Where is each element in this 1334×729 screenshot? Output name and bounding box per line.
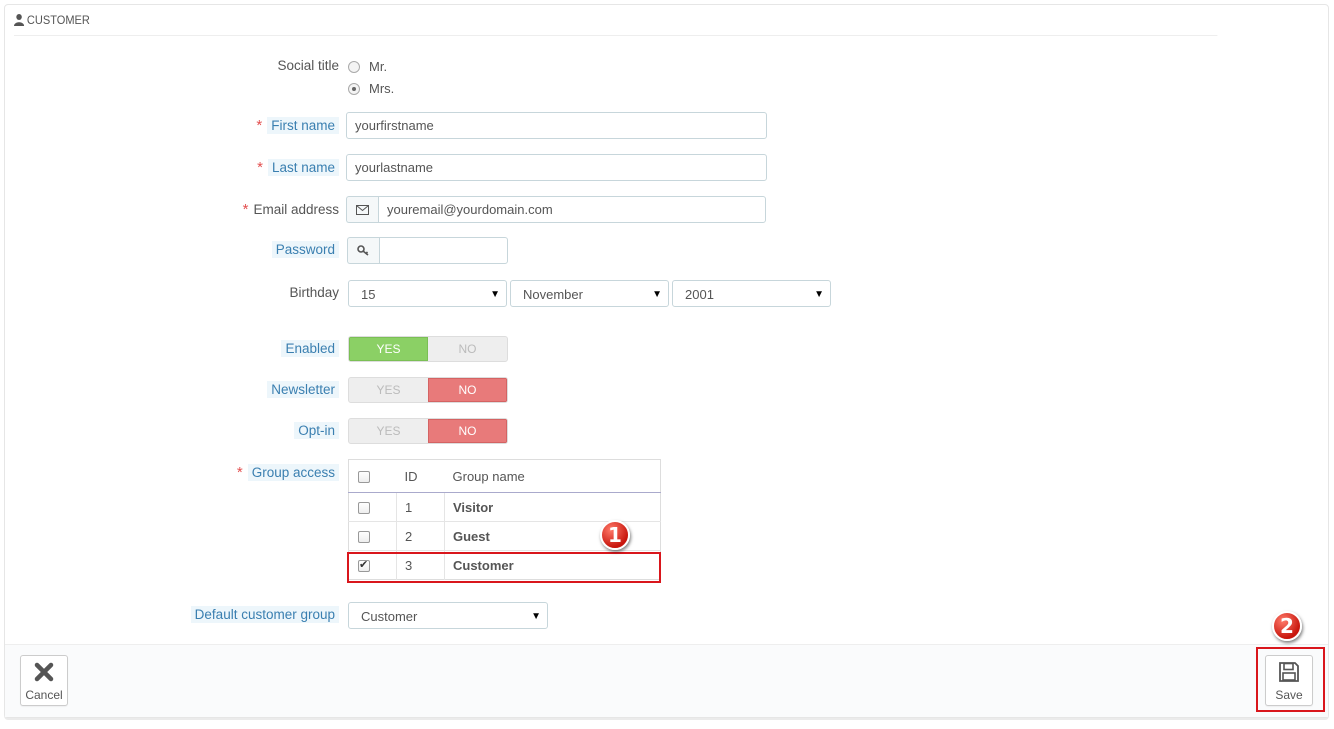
enabled-switch[interactable]: YES NO (348, 336, 508, 362)
save-button-highlight (1256, 647, 1325, 712)
radio-mrs-label: Mrs. (369, 81, 395, 96)
radio-mr-label: Mr. (369, 59, 388, 74)
last-name-label: * Last name (200, 159, 339, 176)
radio-mr-button[interactable] (348, 60, 360, 73)
newsletter-yes-option[interactable]: YES (349, 378, 428, 402)
customer-row-highlight (347, 552, 661, 583)
chevron-down-icon: ▼ (531, 611, 541, 622)
default-group-select[interactable]: Customer ▼ (348, 602, 548, 629)
select-all-checkbox[interactable] (358, 471, 370, 484)
column-header-group-name: Group name (444, 459, 661, 493)
radio-mr[interactable]: Mr. (348, 59, 387, 74)
step-1-badge: 1 (600, 520, 630, 550)
panel-title: CUSTOMER (26, 12, 90, 27)
group-guest-checkbox[interactable] (358, 531, 370, 544)
optin-yes-option[interactable]: YES (349, 419, 428, 443)
user-icon (14, 13, 25, 26)
birthday-label: Birthday (289, 285, 339, 300)
chevron-down-icon: ▼ (490, 289, 500, 300)
group-access-label: * Group access (200, 464, 339, 481)
group-name: Visitor (444, 492, 661, 522)
social-title-label: Social title (277, 58, 339, 73)
optin-switch[interactable]: YES NO (348, 418, 508, 444)
last-name-input[interactable]: yourlastname (346, 154, 767, 181)
panel-footer (5, 644, 1328, 717)
group-id: 1 (396, 492, 445, 522)
first-name-label: * First name (200, 117, 339, 134)
group-visitor-checkbox[interactable] (358, 502, 370, 515)
cancel-label: Cancel (25, 688, 63, 702)
email-input[interactable]: youremail@yourdomain.com (378, 196, 766, 223)
radio-mrs-button[interactable] (348, 82, 360, 95)
enabled-label: Enabled (200, 340, 339, 357)
table-row: 1 Visitor (348, 492, 661, 522)
birthday-day-select[interactable]: 15 ▼ (348, 280, 507, 307)
enabled-yes-option[interactable]: YES (349, 337, 429, 361)
birthday-year-select[interactable]: 2001 ▼ (672, 280, 831, 307)
chevron-down-icon: ▼ (814, 289, 824, 300)
email-label: * Email address (242, 201, 339, 218)
optin-label: Opt-in (200, 422, 339, 439)
first-name-input[interactable]: yourfirstname (346, 112, 767, 139)
radio-mrs[interactable]: Mrs. (348, 81, 394, 96)
password-label: Password (200, 241, 339, 258)
group-id: 2 (396, 521, 445, 551)
optin-no-option[interactable]: NO (427, 419, 507, 443)
envelope-icon (346, 196, 378, 223)
key-icon (347, 237, 379, 264)
close-icon (34, 656, 54, 688)
enabled-no-option[interactable]: NO (428, 337, 507, 361)
panel-heading: CUSTOMER (14, 4, 1218, 36)
newsletter-label: Newsletter (200, 381, 339, 398)
chevron-down-icon: ▼ (652, 289, 662, 300)
newsletter-switch[interactable]: YES NO (348, 377, 508, 403)
step-2-badge: 2 (1272, 611, 1302, 641)
table-header-row: ID Group name (348, 459, 661, 493)
default-group-label: Default customer group (160, 606, 339, 623)
password-input[interactable] (379, 237, 508, 264)
newsletter-no-option[interactable]: NO (427, 378, 507, 402)
cancel-button[interactable]: Cancel (20, 655, 68, 706)
column-header-id: ID (396, 459, 445, 493)
birthday-month-select[interactable]: November ▼ (510, 280, 669, 307)
